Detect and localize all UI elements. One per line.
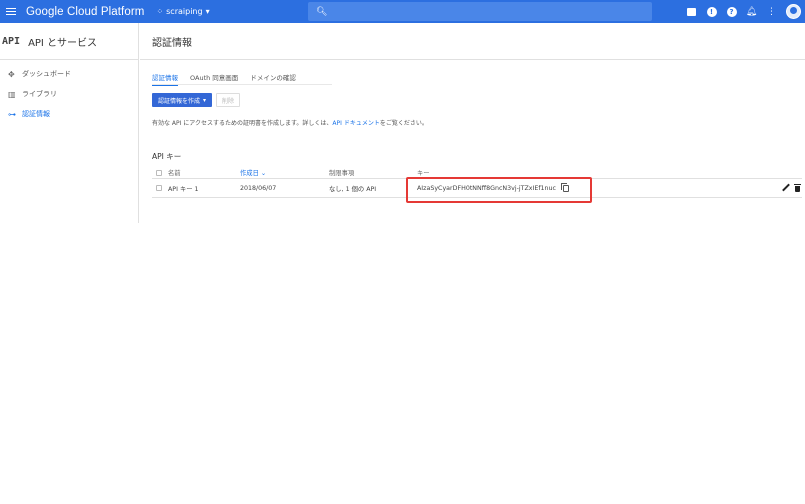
main-content: 認証情報 認証情報 OAuth 同意画面 ドメインの確認 認証情報を作成 ▾ 削…: [140, 23, 805, 223]
hamburger-menu-icon[interactable]: [0, 0, 22, 23]
chevron-down-icon: ▾: [203, 96, 207, 104]
help-icon[interactable]: ?: [726, 6, 737, 17]
api-documentation-link[interactable]: API ドキュメント: [332, 120, 379, 127]
sidebar-header: API API とサービス: [0, 23, 138, 60]
more-vert-icon[interactable]: ⋮: [766, 6, 777, 17]
description-prefix: 有効な API にアクセスするための証明書を作成します。詳しくは、: [152, 120, 333, 127]
key-highlight-box: [406, 177, 592, 203]
api-keys-section-title: API キー: [152, 152, 182, 161]
sort-descending-icon: ⌄: [260, 170, 267, 177]
notifications-alerts-icon[interactable]: !: [706, 6, 717, 17]
page-title: 認証情報: [140, 23, 805, 60]
delete-button[interactable]: 削除: [216, 93, 241, 107]
tab-divider: [152, 84, 332, 85]
project-name: scraiping: [166, 7, 203, 16]
project-selector[interactable]: ⁘ scraiping ▾: [156, 7, 209, 16]
top-app-bar: Google Cloud Platform ⁘ scraiping ▾ 🔍︎ !…: [0, 0, 805, 23]
sidebar-item-label: 認証情報: [22, 110, 50, 118]
search-input[interactable]: 🔍︎: [308, 2, 652, 21]
column-header-key: キー: [417, 170, 430, 177]
created-date: 2018/06/07: [240, 184, 277, 192]
project-dots-icon: ⁘: [156, 7, 164, 16]
chevron-down-icon: ▾: [205, 7, 210, 16]
column-header-created[interactable]: 作成日 ⌄: [240, 168, 329, 177]
api-key-name-link[interactable]: API キー 1: [168, 184, 240, 193]
sidebar-item-library[interactable]: ▥ ライブラリ: [0, 84, 138, 104]
account-avatar[interactable]: [786, 4, 801, 19]
sidebar-item-label: ダッシュボード: [22, 70, 71, 78]
bell-icon[interactable]: 🔔︎: [746, 6, 757, 17]
brand-title[interactable]: Google Cloud Platform: [26, 6, 144, 18]
action-bar: 認証情報を作成 ▾ 削除: [152, 93, 241, 107]
key-icon: ⊶: [8, 109, 16, 119]
cloud-shell-icon[interactable]: [686, 6, 697, 17]
column-header-restrictions: 制限事項: [329, 170, 355, 177]
dashboard-icon: ✥: [8, 69, 15, 79]
delete-icon[interactable]: [794, 184, 801, 192]
edit-icon[interactable]: [782, 184, 789, 191]
api-badge-icon: API: [2, 35, 21, 47]
sidebar-title: API とサービス: [28, 37, 98, 49]
create-credentials-button[interactable]: 認証情報を作成 ▾: [152, 93, 213, 107]
search-icon: 🔍︎: [316, 6, 328, 17]
library-icon: ▥: [8, 89, 16, 99]
create-credentials-label: 認証情報を作成: [158, 97, 201, 105]
restrictions-value: なし, 1 個の API: [329, 185, 377, 193]
column-header-name: 名前: [168, 170, 181, 177]
select-all-checkbox[interactable]: [156, 169, 162, 176]
column-header-created-label: 作成日: [240, 170, 259, 177]
sidebar-item-credentials[interactable]: ⊶ 認証情報: [0, 104, 138, 124]
sidebar: API API とサービス ✥ ダッシュボード ▥ ライブラリ ⊶ 認証情報: [0, 23, 139, 223]
description-suffix: をご覧ください。: [379, 120, 428, 127]
sidebar-item-dashboard[interactable]: ✥ ダッシュボード: [0, 64, 138, 84]
row-checkbox[interactable]: [156, 185, 162, 191]
sidebar-item-label: ライブラリ: [22, 90, 57, 98]
description-text: 有効な API にアクセスするための証明書を作成します。詳しくは、API ドキュ…: [152, 118, 428, 127]
